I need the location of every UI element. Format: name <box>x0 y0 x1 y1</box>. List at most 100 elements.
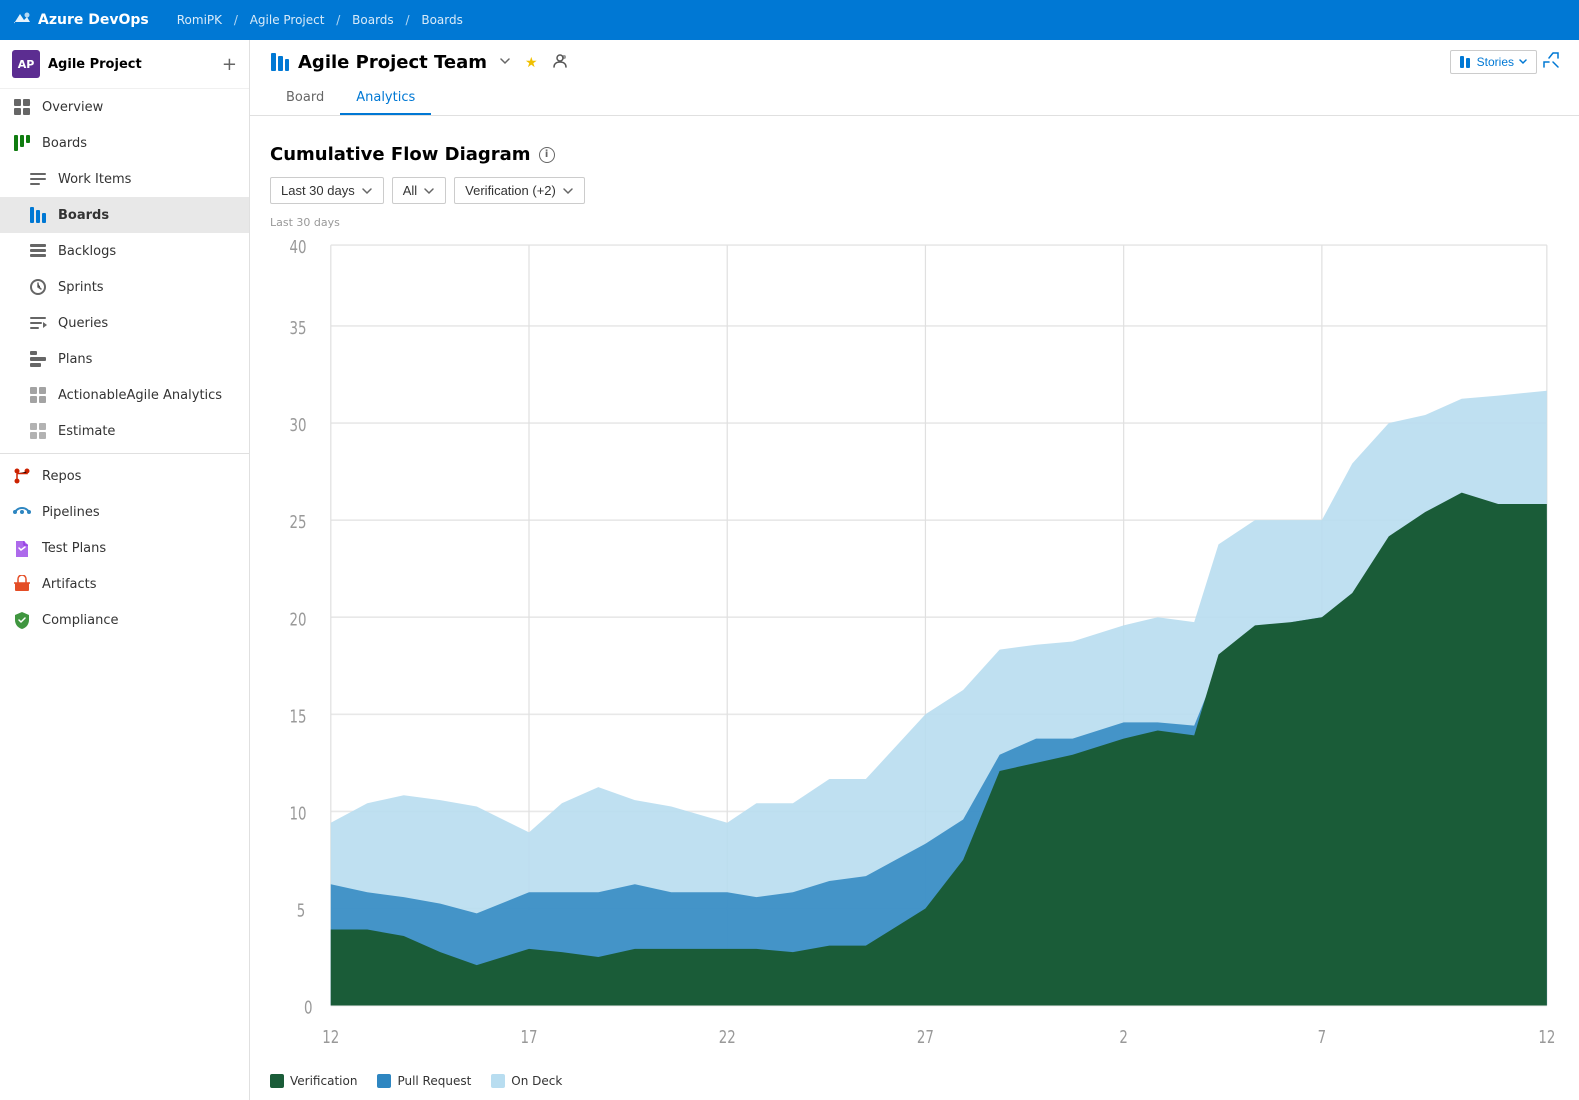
sidebar-item-actionable[interactable]: ActionableAgile Analytics <box>0 377 249 413</box>
chart-subtitle: Last 30 days <box>270 216 1559 229</box>
breadcrumb-item-1[interactable]: RomiPK <box>177 13 222 27</box>
sidebar-item-estimate-label: Estimate <box>58 424 115 439</box>
sidebar-item-compliance-label: Compliance <box>42 613 119 628</box>
sidebar-item-boards-group-label: Boards <box>42 136 87 151</box>
content-title-row: Agile Project Team ★ Stories <box>270 50 1559 74</box>
stories-label: Stories <box>1477 55 1514 69</box>
svg-text:2: 2 <box>1119 1026 1128 1046</box>
legend-pull-request: Pull Request <box>377 1074 471 1088</box>
team-dropdown-button[interactable] <box>495 52 515 72</box>
sidebar-item-pipelines-label: Pipelines <box>42 505 100 520</box>
sidebar-item-sprints-label: Sprints <box>58 280 104 295</box>
time-filter-dropdown[interactable]: Last 30 days <box>270 177 384 204</box>
svg-text:12: 12 <box>322 1026 339 1046</box>
sidebar-item-test-plans[interactable]: Test Plans <box>0 530 249 566</box>
sidebar-item-boards-label: Boards <box>58 208 109 223</box>
svg-text:Jul: Jul <box>1115 1045 1132 1046</box>
person-button[interactable] <box>548 51 572 74</box>
svg-text:40: 40 <box>289 237 306 258</box>
team-name: Agile Project Team <box>298 52 487 73</box>
sidebar-header: AP Agile Project + <box>0 40 249 89</box>
expand-button[interactable] <box>1543 52 1559 73</box>
sidebar-item-backlogs-label: Backlogs <box>58 244 116 259</box>
sidebar-item-boards-group[interactable]: Boards <box>0 125 249 161</box>
sidebar-item-estimate[interactable]: Estimate <box>0 413 249 449</box>
svg-text:17: 17 <box>521 1026 538 1046</box>
info-icon[interactable]: i <box>539 147 555 163</box>
breadcrumb: RomiPK / Agile Project / Boards / Boards <box>173 13 467 27</box>
svg-text:25: 25 <box>289 511 306 532</box>
swimlane-filter-dropdown[interactable]: Verification (+2) <box>454 177 585 204</box>
test-plans-icon <box>12 538 32 558</box>
svg-text:22: 22 <box>719 1026 736 1046</box>
boards-group-icon <box>12 133 32 153</box>
filter-row: Last 30 days All Verification (+2) <box>250 177 1579 216</box>
sidebar-item-plans-label: Plans <box>58 352 92 367</box>
chart-area: Last 30 days 0 5 10 15 20 <box>250 216 1579 1066</box>
add-button[interactable]: + <box>222 54 237 75</box>
chart-title: Cumulative Flow Diagram i <box>270 144 555 165</box>
sidebar-item-work-items-label: Work Items <box>58 172 131 187</box>
svg-text:Jun: Jun <box>320 1045 342 1046</box>
legend-on-deck-color <box>491 1074 505 1088</box>
board-icon <box>270 52 290 72</box>
sidebar-item-artifacts[interactable]: Artifacts <box>0 566 249 602</box>
legend-verification-label: Verification <box>290 1074 357 1088</box>
legend-verification-color <box>270 1074 284 1088</box>
svg-text:12: 12 <box>1538 1026 1555 1046</box>
boards-sub-icon <box>28 205 48 225</box>
sidebar-item-actionable-label: ActionableAgile Analytics <box>58 388 222 403</box>
content-tabs: Board Analytics <box>270 82 1559 115</box>
toolbar: Cumulative Flow Diagram i <box>250 116 1579 177</box>
topbar: Azure DevOps RomiPK / Agile Project / Bo… <box>0 0 1579 40</box>
sidebar-item-pipelines[interactable]: Pipelines <box>0 494 249 530</box>
sidebar-item-overview-label: Overview <box>42 100 103 115</box>
svg-text:7: 7 <box>1318 1026 1327 1046</box>
svg-text:10: 10 <box>289 803 306 824</box>
tab-analytics[interactable]: Analytics <box>340 82 431 115</box>
breadcrumb-item-2[interactable]: Agile Project <box>250 13 325 27</box>
svg-text:15: 15 <box>289 705 306 726</box>
title-actions: ★ <box>495 51 572 74</box>
svg-text:20: 20 <box>289 608 306 629</box>
chart-legend: Verification Pull Request On Deck <box>250 1066 1579 1100</box>
team-filter-dropdown[interactable]: All <box>392 177 446 204</box>
content-header: Agile Project Team ★ Stories <box>250 40 1579 116</box>
favorite-button[interactable]: ★ <box>521 52 542 73</box>
sidebar-item-overview[interactable]: Overview <box>0 89 249 125</box>
pipelines-icon <box>12 502 32 522</box>
legend-pull-request-label: Pull Request <box>397 1074 471 1088</box>
legend-pull-request-color <box>377 1074 391 1088</box>
sidebar-item-backlogs[interactable]: Backlogs <box>0 233 249 269</box>
toolbar-left: Cumulative Flow Diagram i <box>270 132 555 165</box>
svg-text:0: 0 <box>304 997 313 1018</box>
estimate-icon <box>28 421 48 441</box>
team-filter-label: All <box>403 183 417 198</box>
sidebar-item-test-plans-label: Test Plans <box>42 541 106 556</box>
chart-container: 0 5 10 15 20 25 <box>270 237 1559 1046</box>
sidebar-item-repos[interactable]: Repos <box>0 458 249 494</box>
repos-icon <box>12 466 32 486</box>
tab-board[interactable]: Board <box>270 82 340 115</box>
sidebar-item-queries-label: Queries <box>58 316 108 331</box>
svg-text:27: 27 <box>917 1026 934 1046</box>
sidebar-item-compliance[interactable]: Compliance <box>0 602 249 638</box>
breadcrumb-item-3[interactable]: Boards <box>352 13 394 27</box>
compliance-icon <box>12 610 32 630</box>
sidebar-item-work-items[interactable]: Work Items <box>0 161 249 197</box>
overview-icon <box>12 97 32 117</box>
queries-icon <box>28 313 48 333</box>
sidebar-item-boards[interactable]: Boards <box>0 197 249 233</box>
sidebar-item-sprints[interactable]: Sprints <box>0 269 249 305</box>
sidebar-item-queries[interactable]: Queries <box>0 305 249 341</box>
sidebar-item-repos-label: Repos <box>42 469 81 484</box>
time-filter-label: Last 30 days <box>281 183 355 198</box>
plans-icon <box>28 349 48 369</box>
stories-dropdown-button[interactable]: Stories <box>1450 50 1537 74</box>
actionable-icon <box>28 385 48 405</box>
svg-text:5: 5 <box>297 900 306 921</box>
swimlane-filter-label: Verification (+2) <box>465 183 556 198</box>
legend-on-deck-label: On Deck <box>511 1074 562 1088</box>
app-logo[interactable]: Azure DevOps <box>12 10 149 30</box>
sidebar-item-plans[interactable]: Plans <box>0 341 249 377</box>
